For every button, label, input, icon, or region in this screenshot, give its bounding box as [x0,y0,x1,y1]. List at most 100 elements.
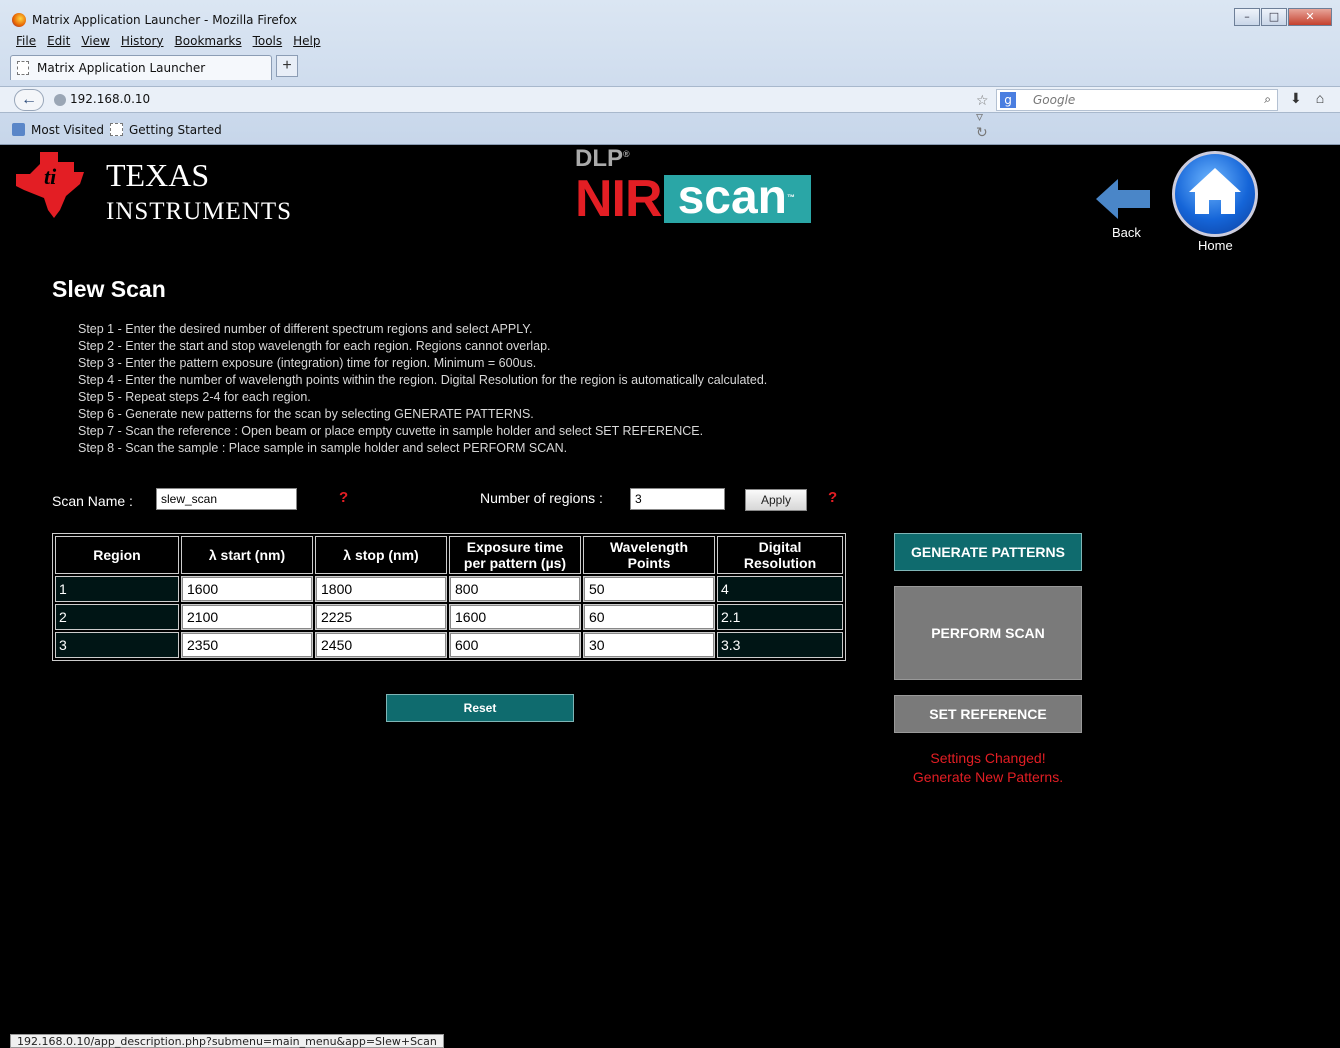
points-cell [583,576,715,602]
settings-changed-warning: Settings Changed! Generate New Patterns. [894,749,1082,787]
browser-back-button[interactable]: ← [14,89,44,111]
bookmark-label: Most Visited [31,123,105,137]
stop-input[interactable] [316,605,446,629]
generate-patterns-button[interactable]: GENERATE PATTERNS [894,533,1082,571]
download-home-icons[interactable]: ⬇⌂ [1290,90,1338,107]
menu-history[interactable]: History [121,34,164,52]
start-input[interactable] [182,633,312,657]
stop-input[interactable] [316,633,446,657]
start-cell [181,576,313,602]
menu-bookmarks[interactable]: Bookmarks [175,34,242,52]
bookmark-label: Getting Started [129,123,222,137]
regions-input[interactable] [630,488,725,510]
resolution-value: 4 [717,576,843,602]
col-exposure: Exposure time per pattern (µs) [449,536,581,574]
table-row: 2 2.1 [55,604,843,630]
star-reload-icons[interactable]: ☆ ▿ ↻ [976,93,990,141]
back-label: Back [1112,225,1141,240]
exposure-cell [449,576,581,602]
exposure-input[interactable] [450,633,580,657]
warning-line-2: Generate New Patterns. [912,769,1064,785]
brand-line1: Texas [106,157,210,193]
regions-help-icon[interactable]: ? [828,489,837,506]
start-input[interactable] [182,605,312,629]
region-number: 1 [55,576,179,602]
menu-tools[interactable]: Tools [253,34,283,52]
step-5: Step 5 - Repeat steps 2-4 for each regio… [78,390,311,404]
back-button[interactable]: Back [1096,179,1156,245]
firefox-icon [12,13,26,27]
set-reference-button[interactable]: SET REFERENCE [894,695,1082,733]
step-8: Step 8 - Scan the sample : Place sample … [78,441,568,455]
tab-matrix-launcher[interactable]: Matrix Application Launcher [10,55,272,80]
google-icon[interactable]: g [1000,92,1016,108]
points-input[interactable] [584,605,714,629]
new-tab-button[interactable]: + [276,55,298,77]
points-input[interactable] [584,633,714,657]
col-stop: λ stop (nm) [315,536,447,574]
page-content: ti Texas Instruments DLP® NIR scan™ Back… [0,145,1340,1048]
browser-chrome: Matrix Application Launcher - Mozilla Fi… [0,0,1340,145]
page-title: Slew Scan [52,276,166,302]
home-icon [1172,151,1258,237]
apply-button[interactable]: Apply [745,489,807,511]
exposure-input[interactable] [450,577,580,601]
col-points: Wavelength Points [583,536,715,574]
search-icon[interactable]: ⌕ [1264,92,1271,107]
minimize-icon[interactable]: – [1234,8,1260,26]
scan-text: scan™ [663,174,811,223]
ti-wordmark: Texas Instruments [106,157,292,230]
stop-cell [315,576,447,602]
exposure-cell [449,604,581,630]
status-bar-url: 192.168.0.10/app_description.php?submenu… [10,1034,444,1048]
stop-cell [315,632,447,658]
scan-word: scan [677,171,787,224]
stop-input[interactable] [316,577,446,601]
col-start: λ start (nm) [181,536,313,574]
globe-icon [54,94,66,106]
house-icon [1189,168,1241,214]
table-row: 1 4 [55,576,843,602]
nirscan-logo: NIR scan™ [575,170,811,228]
resolution-value: 3.3 [717,632,843,658]
bookmark-getting-started[interactable]: Getting Started [110,123,222,137]
home-button[interactable]: Home [1172,151,1260,257]
bookmark-most-visited[interactable]: Most Visited [12,123,104,137]
search-box[interactable]: g Google ⌕ [996,89,1278,111]
table-header-row: Region λ start (nm) λ stop (nm) Exposure… [55,536,843,574]
regions-label: Number of regions : [480,490,603,506]
points-cell [583,632,715,658]
window-title: Matrix Application Launcher - Mozilla Fi… [32,13,298,27]
address-bar[interactable]: 192.168.0.10 ☆ ▿ ↻ [50,89,990,141]
start-cell [181,632,313,658]
nir-text: NIR [575,170,663,228]
region-number: 2 [55,604,179,630]
ti-texas-icon: ti [16,152,84,218]
points-cell [583,604,715,630]
resolution-value: 2.1 [717,604,843,630]
start-input[interactable] [182,577,312,601]
instruction-steps: Step 1 - Enter the desired number of dif… [78,321,767,457]
scan-name-input[interactable] [156,488,297,510]
perform-scan-button[interactable]: PERFORM SCAN [894,586,1082,680]
menu-help[interactable]: Help [293,34,320,52]
home-label: Home [1198,238,1233,253]
points-input[interactable] [584,577,714,601]
menu-bar: File Edit View History Bookmarks Tools H… [16,34,321,52]
window-titlebar: Matrix Application Launcher - Mozilla Fi… [0,8,1340,32]
menu-file[interactable]: File [16,34,36,52]
most-visited-icon [12,123,25,136]
maximize-icon[interactable]: □ [1261,8,1287,26]
col-region: Region [55,536,179,574]
regions-table: Region λ start (nm) λ stop (nm) Exposure… [52,533,846,661]
menu-view[interactable]: View [81,34,109,52]
exposure-input[interactable] [450,605,580,629]
warning-line-1: Settings Changed! [930,750,1046,766]
step-7: Step 7 - Scan the reference : Open beam … [78,424,704,438]
scan-name-help-icon[interactable]: ? [339,489,348,506]
menu-edit[interactable]: Edit [47,34,70,52]
dlp-text: DLP [575,145,623,172]
reset-button[interactable]: Reset [386,694,574,722]
close-icon[interactable]: ✕ [1288,8,1332,26]
search-placeholder: Google [1033,93,1076,107]
